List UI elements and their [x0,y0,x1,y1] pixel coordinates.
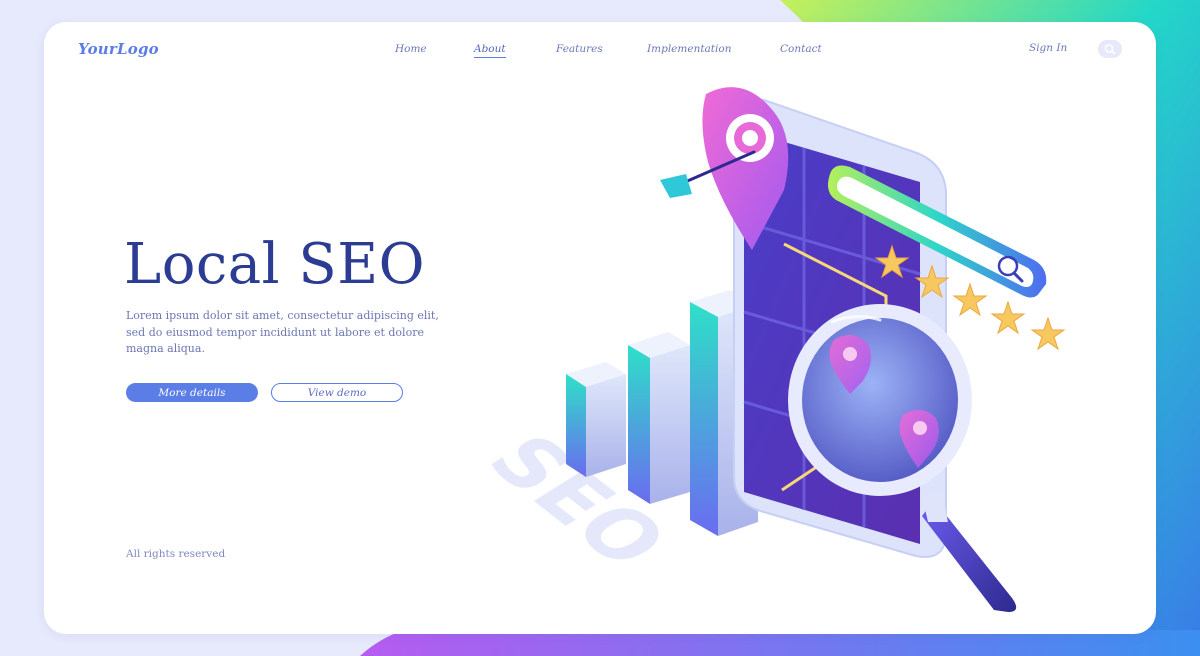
magnifying-glass-icon [788,304,1017,612]
seo-illustration: SEO [467,87,1066,612]
landing-card: YourLogo Home About Features Implementat… [44,22,1156,634]
